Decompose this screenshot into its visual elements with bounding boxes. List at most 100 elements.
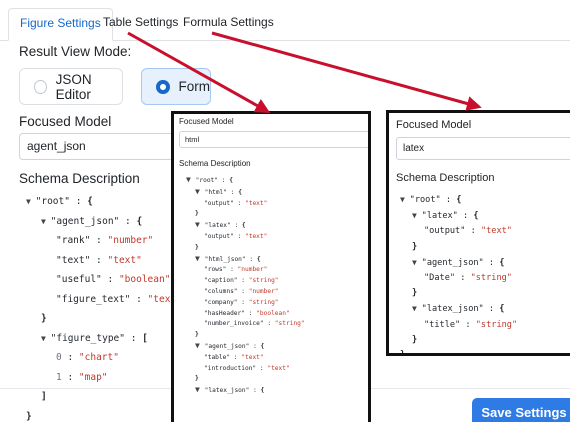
caret-down-icon[interactable]: ▼ xyxy=(412,304,422,313)
tree-value: "text" xyxy=(245,232,268,240)
tree-value: "string" xyxy=(470,273,512,284)
tree-row: } xyxy=(400,348,517,353)
tree-bracket: { xyxy=(238,188,242,196)
tree-bracket: } xyxy=(195,243,199,251)
tree-key: "introduction" xyxy=(204,364,257,372)
caret-down-icon[interactable]: ▼ xyxy=(41,217,51,226)
tree-key: "caption" xyxy=(204,277,238,285)
tree-key: "root" xyxy=(195,177,218,184)
tree-row[interactable]: ▼ "figure_type" : [ xyxy=(26,329,182,349)
tree-row[interactable]: ▼ "root" : { xyxy=(26,192,182,212)
focused-model-input[interactable]: agent_json xyxy=(19,133,179,160)
tree-bracket: { xyxy=(456,195,462,205)
tree-bracket: } xyxy=(26,410,32,422)
tree-key: "latex" xyxy=(204,222,231,230)
tree-bracket: } xyxy=(195,210,199,218)
tree-row: "caption" : "string" xyxy=(204,277,279,285)
caret-down-icon[interactable]: ▼ xyxy=(412,258,422,267)
caret-down-icon[interactable]: ▼ xyxy=(186,175,196,184)
tree-row: } xyxy=(186,330,305,341)
tree-bracket: } xyxy=(412,288,418,299)
tree-value: "number" xyxy=(248,287,279,295)
result-view-mode-label: Result View Mode: xyxy=(19,44,132,59)
tree-key: "rank" xyxy=(56,235,91,246)
caret-down-icon[interactable]: ▼ xyxy=(412,211,422,220)
tree-row: } xyxy=(186,243,305,254)
caret-down-icon[interactable]: ▼ xyxy=(195,254,205,263)
tree-row: "output" : "text" xyxy=(204,232,268,240)
caret-down-icon[interactable]: ▼ xyxy=(400,195,410,204)
tree-row: "table" : "text" xyxy=(204,353,264,361)
tree-key: "html_json" xyxy=(204,255,246,263)
tree-key: "output" xyxy=(204,199,234,207)
tree-bracket: { xyxy=(260,387,265,395)
tree-bracket: { xyxy=(241,222,246,230)
tree-bracket: } xyxy=(412,241,418,252)
schema-description-label: Schema Description xyxy=(19,171,140,186)
caret-down-icon[interactable]: ▼ xyxy=(195,385,205,394)
caret-down-icon[interactable]: ▼ xyxy=(41,334,51,343)
form-label: Form xyxy=(178,79,211,94)
tree-key: "columns" xyxy=(204,287,238,295)
tree-key: "hasHeader" xyxy=(204,309,245,317)
panel-latex-focused-model-input[interactable]: latex xyxy=(396,137,570,160)
caret-down-icon[interactable]: ▼ xyxy=(195,341,205,350)
tree-key: "agent_json" xyxy=(421,257,484,268)
tree-value: "map" xyxy=(78,371,108,383)
tree-row: } xyxy=(400,286,517,301)
tree-row[interactable]: ▼ "latex_json" : { xyxy=(400,301,517,317)
tree-row: 1 : "map" xyxy=(56,371,108,383)
tree-row[interactable]: ▼ "root" : { xyxy=(400,192,517,208)
tree-row: "output" : "text" xyxy=(204,199,268,207)
tab-formula-settings[interactable]: Formula Settings xyxy=(172,8,285,41)
tree-bracket: } xyxy=(195,375,199,383)
form-option[interactable]: Form xyxy=(141,68,211,105)
tree-row[interactable]: ▼ "agent_json" : { xyxy=(186,341,305,353)
tree-row[interactable]: ▼ "agent_json" : { xyxy=(400,255,517,271)
tree-bracket: { xyxy=(473,211,479,222)
tree-row[interactable]: ▼ "latex" : { xyxy=(400,208,517,224)
tree-bracket: { xyxy=(499,304,505,315)
tree-row[interactable]: ▼ "root" : { xyxy=(186,175,305,187)
radio-icon[interactable] xyxy=(34,79,47,94)
tree-row: "rows" : "number" xyxy=(204,266,268,274)
caret-down-icon[interactable]: ▼ xyxy=(195,187,205,196)
tree-key: "text" xyxy=(56,254,91,266)
tree-key: "html" xyxy=(204,188,227,196)
tree-key: "agent_json" xyxy=(50,215,120,227)
settings-tabs: Figure Settings Table Settings Formula S… xyxy=(0,0,570,41)
panel-html-focused-model-input[interactable]: html xyxy=(179,131,368,148)
tree-row: "rank" : "number" xyxy=(56,235,154,246)
tree-row[interactable]: ▼ "latex_json" : { xyxy=(186,385,305,397)
tree-value: "number" xyxy=(237,266,268,274)
tree-bracket: { xyxy=(260,342,265,350)
caret-down-icon[interactable]: ▼ xyxy=(195,220,205,229)
tree-value: "chart" xyxy=(78,352,119,363)
tree-row[interactable]: ▼ "html" : { xyxy=(186,187,305,199)
tree-row: "columns" : "number" xyxy=(204,287,279,295)
tree-bracket: { xyxy=(136,215,143,227)
tree-value: "string" xyxy=(248,277,279,285)
tree-bracket: { xyxy=(256,255,261,263)
tree-row[interactable]: ▼ "latex" : { xyxy=(186,220,305,232)
tree-value: "boolean" xyxy=(118,274,171,285)
panel-latex-schema-tree: ▼ "root" : {▼ "latex" : {"output" : "tex… xyxy=(400,192,517,353)
radio-selected-icon[interactable] xyxy=(156,79,170,94)
tree-value: "text" xyxy=(107,254,142,266)
tree-row[interactable]: ▼ "html_json" : { xyxy=(186,254,305,266)
json-editor-label: JSON Editor xyxy=(55,71,92,102)
tree-row: "useful" : "boolean" xyxy=(56,274,171,285)
tree-row: } xyxy=(400,240,517,255)
caret-down-icon[interactable]: ▼ xyxy=(26,197,36,206)
tree-key: "company" xyxy=(204,298,238,306)
panel-html-schema-tree: ▼ "root" : {▼ "html" : {"output" : "text… xyxy=(186,175,305,397)
arrow-to-latex-panel xyxy=(211,31,482,111)
tree-row: ] xyxy=(26,387,182,407)
tree-bracket: } xyxy=(195,331,199,339)
tree-key: "figure_text" xyxy=(56,293,131,305)
tree-row: } xyxy=(26,309,182,329)
json-editor-option[interactable]: JSON Editor xyxy=(19,68,123,105)
tree-row[interactable]: ▼ "agent_json" : { xyxy=(26,212,182,232)
save-settings-button[interactable]: Save Settings xyxy=(472,398,570,422)
tree-value: "boolean" xyxy=(256,309,290,317)
